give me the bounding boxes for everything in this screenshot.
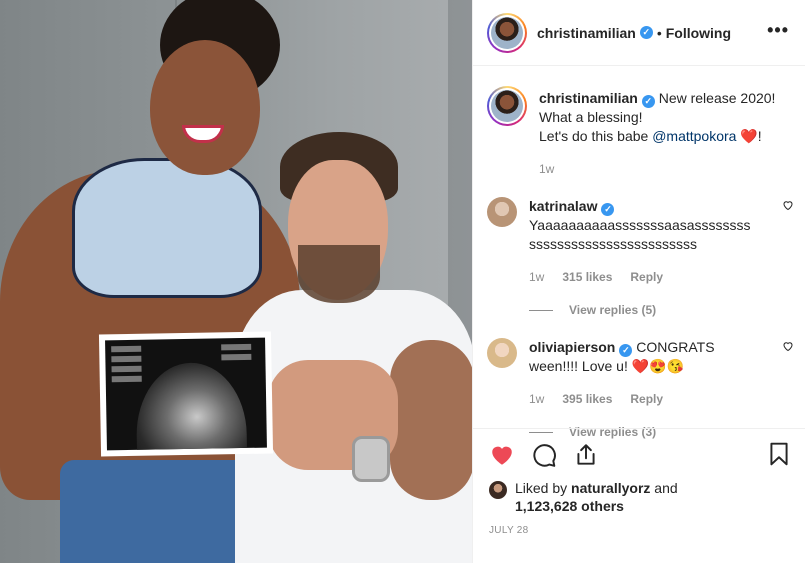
- reply-button[interactable]: Reply: [630, 390, 663, 409]
- post-photo[interactable]: [0, 0, 472, 563]
- more-options-icon[interactable]: •••: [767, 20, 789, 41]
- caption-line2: What a blessing!: [539, 109, 643, 125]
- heart-outline-icon[interactable]: [782, 340, 794, 352]
- comment-text: Yaaaaaaaaaasssssssaasassssssssssssssssss…: [529, 217, 751, 252]
- comment-list: christinamilian ✓ New release 2020! What …: [473, 86, 805, 442]
- photo-man-beard: [298, 245, 380, 303]
- heart-outline-icon[interactable]: [782, 199, 794, 211]
- bookmark-icon[interactable]: [766, 441, 792, 467]
- photo-woman-head: [150, 40, 260, 175]
- liked-by-prefix: Liked by: [515, 480, 572, 496]
- verified-icon: ✓: [619, 344, 633, 357]
- comment-age[interactable]: 1w: [529, 268, 544, 287]
- post-date[interactable]: JULY 28: [489, 525, 790, 536]
- comment-icon[interactable]: [531, 442, 557, 468]
- comment-avatar[interactable]: [487, 338, 517, 368]
- verified-icon: ✓: [601, 203, 615, 216]
- view-replies-label: View replies (5): [569, 303, 657, 317]
- others-count[interactable]: 1,123,628 others: [515, 498, 624, 514]
- photo-ring: [352, 436, 390, 482]
- comment-emojis: ❤️😍😘: [631, 358, 685, 374]
- liked-by[interactable]: Liked by naturallyorz and 1,123,628 othe…: [489, 479, 790, 515]
- caption-avatar[interactable]: [487, 86, 527, 126]
- photo-man-arm: [390, 340, 472, 500]
- mention-link[interactable]: @mattpokora: [652, 128, 736, 144]
- liked-by-user[interactable]: naturallyorz: [571, 480, 650, 496]
- post-sidebar: christinamilian ✓ • Following ••• christ…: [472, 0, 805, 563]
- author-username[interactable]: christinamilian: [537, 25, 636, 41]
- reply-button[interactable]: Reply: [630, 268, 663, 287]
- verified-icon: ✓: [641, 95, 655, 108]
- caption-suffix: !: [757, 128, 762, 144]
- comment-username[interactable]: katrinalaw: [529, 198, 597, 214]
- liker-avatar[interactable]: [489, 481, 507, 499]
- author-avatar[interactable]: [487, 12, 527, 53]
- comment-avatar[interactable]: [487, 197, 517, 227]
- separator-dot: •: [656, 24, 662, 41]
- caption-emoji: ❤️: [740, 128, 758, 144]
- view-replies-button[interactable]: View replies (5): [529, 301, 755, 320]
- following-button[interactable]: Following: [666, 25, 731, 41]
- caption-line3-prefix: Let's do this babe: [539, 128, 653, 144]
- photo-sonogram: [98, 331, 274, 457]
- comment-username[interactable]: oliviapierson: [529, 339, 615, 355]
- liked-by-and: and: [650, 480, 678, 496]
- photo-woman-top: [72, 158, 262, 298]
- sonogram-text: [111, 345, 142, 353]
- caption-username[interactable]: christinamilian: [539, 90, 638, 106]
- heart-icon[interactable]: [489, 442, 515, 468]
- comment-age[interactable]: 1w: [529, 390, 544, 409]
- sonogram-scan: [135, 361, 248, 451]
- caption: christinamilian ✓ New release 2020! What …: [473, 86, 805, 179]
- action-bar: Liked by naturallyorz and 1,123,628 othe…: [473, 428, 805, 558]
- share-icon[interactable]: [573, 442, 599, 468]
- verified-icon: ✓: [639, 26, 653, 39]
- comment-likes[interactable]: 395 likes: [562, 390, 612, 409]
- post-header: christinamilian ✓ • Following •••: [473, 0, 805, 66]
- comment: oliviapierson ✓ CONGRATS ween!!!! Love u!…: [473, 338, 805, 442]
- comment: katrinalaw ✓ Yaaaaaaaaaasssssssaasassssss…: [473, 197, 805, 320]
- comment-likes[interactable]: 315 likes: [562, 268, 612, 287]
- caption-age[interactable]: 1w: [539, 160, 554, 179]
- caption-line1: New release 2020!: [658, 90, 776, 106]
- replies-line: [529, 310, 553, 311]
